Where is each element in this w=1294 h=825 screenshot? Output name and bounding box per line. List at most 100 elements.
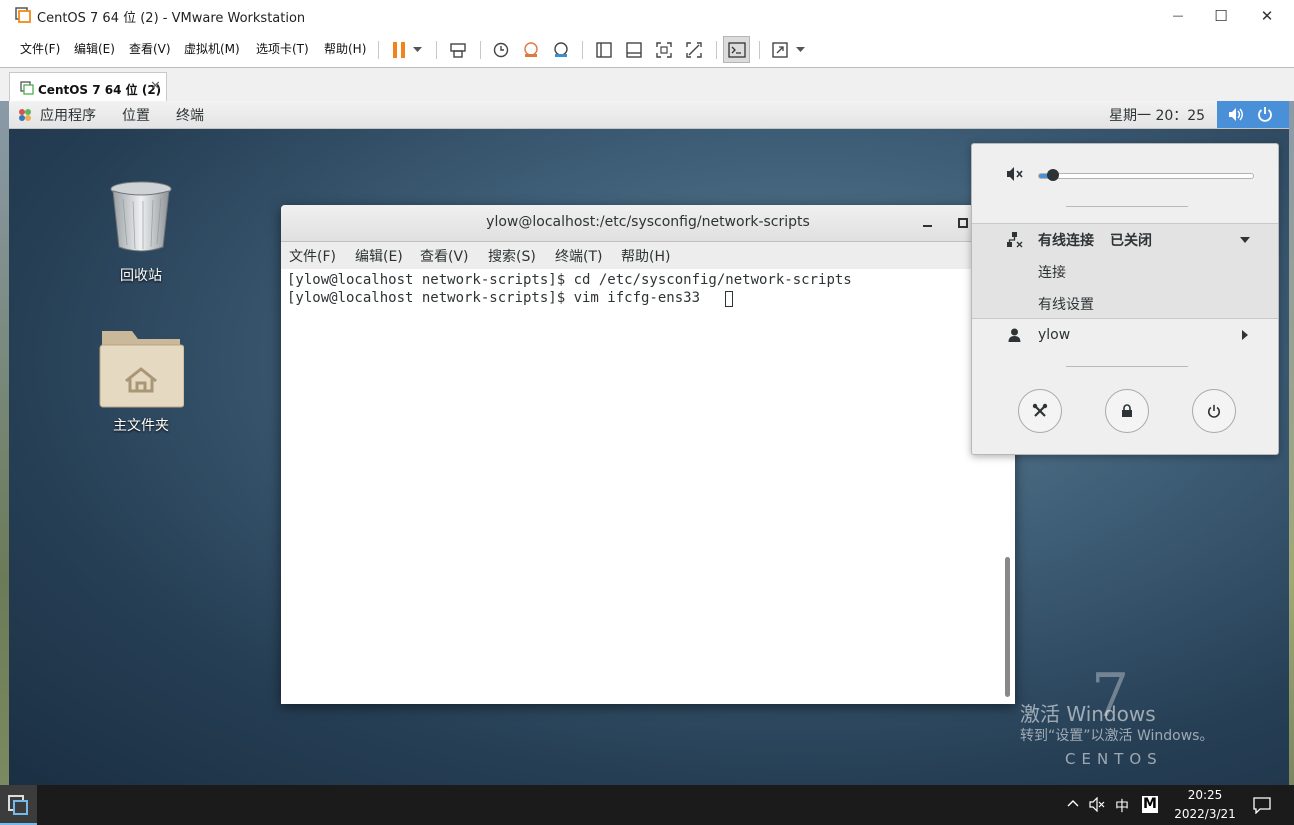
activate-windows-subtitle: 转到“设置”以激活 Windows。 [1020,728,1214,744]
notification-center-icon[interactable] [1253,797,1271,814]
terminal-minimize-icon[interactable] [923,225,933,228]
menu-vm[interactable]: 虚拟机(M) [184,40,240,57]
gnome-menu-places[interactable]: 位置 [122,105,150,125]
ime-mode-indicator[interactable]: M [1142,796,1158,813]
fullscreen-button[interactable] [654,40,674,60]
terminal-cursor [725,291,733,307]
user-icon [1008,328,1021,342]
terminal-menu-file[interactable]: 文件(F) [289,246,336,266]
taskbar-time[interactable]: 20:25 [1178,788,1232,802]
activate-windows-title: 激活 Windows [1020,702,1156,726]
wired-connect-item[interactable]: 连接 [1038,262,1066,282]
vm-tab-label: CentOS 7 64 位 (2) [38,83,162,97]
maximize-icon: ☐ [1214,6,1228,25]
unity-mode-icon [686,42,702,58]
gnome-system-menu-button[interactable] [1217,101,1289,128]
volume-slider-track[interactable] [1038,173,1254,179]
thumbnail-bar-button[interactable] [624,40,644,60]
vmware-app-icon [15,7,31,23]
home-folder-icon [99,331,184,408]
centos-wordmark: CENTOS [1065,750,1163,768]
volume-muted-icon[interactable] [1089,797,1105,812]
fullscreen-icon [656,42,672,58]
power-icon [1258,107,1272,122]
desktop-icon-home[interactable]: 主文件夹 [81,325,201,437]
lock-button[interactable] [1105,389,1149,433]
guest-screen[interactable]: 应用程序 位置 终端 星期一 20：25 回收站 主文件夹 ylow@local… [9,101,1289,785]
pause-button[interactable] [389,40,409,60]
ime-language-indicator[interactable]: 中 [1115,796,1129,816]
stretch-dropdown-button[interactable] [793,40,807,60]
send-keys-button[interactable] [448,40,468,60]
maximize-button[interactable]: ☐ [1198,0,1244,31]
trash-icon [110,181,172,252]
menu-tabs[interactable]: 选项卡(T) [256,40,309,57]
power-dropdown-button[interactable] [410,40,424,60]
vm-tab-icon [20,81,34,95]
wired-connection-status[interactable]: 已关闭 [1110,230,1152,250]
snapshot-button[interactable] [491,40,511,60]
vmware-menubar: 文件(F) 编辑(E) 查看(V) 虚拟机(M) 选项卡(T) 帮助(H) [0,31,1294,67]
terminal-output-line[interactable]: [ylow@localhost network-scripts]$ vim if… [287,290,700,306]
submenu-arrow-icon[interactable] [1242,330,1248,340]
console-view-button[interactable] [723,36,750,63]
terminal-menu-edit[interactable]: 编辑(E) [355,246,403,266]
vm-tab[interactable]: CentOS 7 64 位 (2) ✕ [9,72,167,101]
user-item[interactable]: ylow [1038,327,1070,343]
terminal-maximize-icon[interactable] [958,218,968,228]
terminal-scrollbar[interactable] [1005,557,1010,697]
chevron-down-icon [795,47,805,52]
terminal-menu-terminal[interactable]: 终端(T) [555,246,602,266]
wired-settings-item[interactable]: 有线设置 [1038,294,1094,314]
tools-icon [1032,403,1048,417]
host-desktop-edge-right [1289,101,1294,785]
windows-taskbar: 中 M 20:25 2022/3/21 [0,785,1294,825]
gnome-clock[interactable]: 星期一 20：25 [1109,105,1205,125]
menu-view[interactable]: 查看(V) [129,40,171,57]
revert-snapshot-button[interactable] [521,40,541,60]
terminal-titlebar[interactable]: ylow@localhost:/etc/sysconfig/network-sc… [281,205,1015,242]
gnome-menu-applications[interactable]: 应用程序 [40,105,96,125]
taskbar-vmware-app[interactable] [0,785,37,825]
vmware-titlebar: CentOS 7 64 位 (2) - VMware Workstation —… [0,0,1294,31]
wired-connection-title[interactable]: 有线连接 [1038,230,1094,250]
sidebar-toggle-button[interactable] [594,40,614,60]
terminal-menubar: 文件(F) 编辑(E) 查看(V) 搜索(S) 终端(T) 帮助(H) [281,242,1015,269]
chevron-up-icon[interactable] [1067,799,1079,807]
menu-help[interactable]: 帮助(H) [324,40,366,57]
menu-edit[interactable]: 编辑(E) [74,40,115,57]
volume-icon [1229,108,1243,121]
terminal-window[interactable]: ylow@localhost:/etc/sysconfig/network-sc… [281,205,1015,704]
volume-slider-handle[interactable] [1046,169,1059,181]
chevron-down-icon [412,47,422,52]
window-title: CentOS 7 64 位 (2) - VMware Workstation [37,11,306,26]
stretch-button[interactable] [770,40,790,60]
lock-icon [1122,404,1132,417]
terminal-menu-help[interactable]: 帮助(H) [621,246,670,266]
taskbar-date[interactable]: 2022/3/21 [1170,807,1240,821]
host-desktop-edge-left [0,101,9,785]
desktop-icon-trash[interactable]: 回收站 [81,181,201,291]
snapshot-clock-icon [493,42,509,58]
unity-button[interactable] [684,40,704,60]
vm-tab-strip [0,67,1294,102]
toolbar-separator [436,41,437,59]
wired-network-off-icon [1007,232,1023,248]
sidebar-layout-icon [596,42,612,58]
toolbar-separator [582,41,583,59]
close-button[interactable]: ✕ [1244,0,1290,31]
vm-tab-close-icon[interactable]: ✕ [150,79,161,94]
vmware-taskbar-icon [8,795,28,815]
minimize-button[interactable]: — [1155,0,1201,31]
pause-icon [393,42,405,58]
gnome-menu-terminal[interactable]: 终端 [176,105,204,125]
power-off-button[interactable] [1192,389,1236,433]
terminal-menu-search[interactable]: 搜索(S) [488,246,536,266]
settings-button[interactable] [1018,389,1062,433]
expand-triangle-icon[interactable] [1240,237,1250,243]
toolbar-separator [480,41,481,59]
menu-file[interactable]: 文件(F) [20,40,60,57]
snapshot-manager-button[interactable] [551,40,571,60]
terminal-menu-view[interactable]: 查看(V) [420,246,469,266]
toolbar-separator [759,41,760,59]
